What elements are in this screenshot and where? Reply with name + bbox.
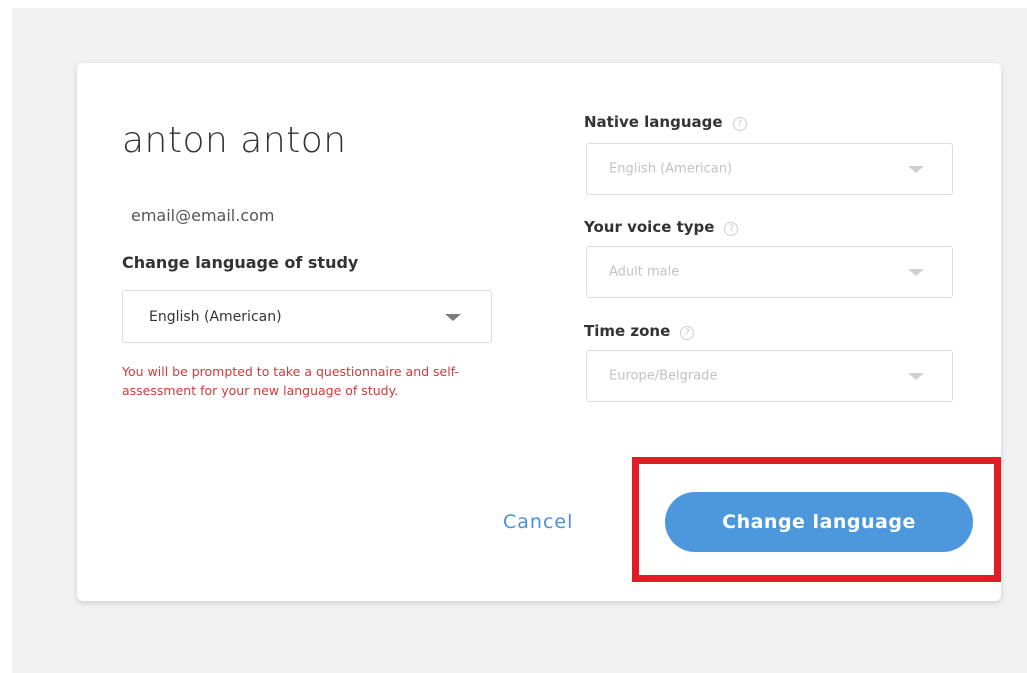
chevron-down-icon: [445, 313, 461, 321]
voice-type-value: Adult male: [609, 264, 680, 280]
info-icon[interactable]: ?: [724, 222, 739, 236]
voice-type-label-text: Your voice type: [584, 218, 715, 236]
native-language-label-text: Native language: [584, 113, 723, 131]
user-name: anton anton: [122, 120, 347, 161]
info-icon[interactable]: ?: [680, 326, 695, 340]
native-language-select[interactable]: English (American): [586, 143, 953, 195]
study-language-value: English (American): [149, 308, 282, 325]
time-zone-label-text: Time zone: [584, 322, 671, 340]
chevron-down-icon: [908, 373, 924, 380]
cancel-button[interactable]: Cancel: [503, 511, 573, 533]
time-zone-value: Europe/Belgrade: [609, 368, 718, 384]
time-zone-label: Time zone?: [584, 322, 695, 340]
chevron-down-icon: [908, 269, 924, 276]
study-change-warning: You will be prompted to take a questionn…: [122, 364, 459, 398]
change-language-button[interactable]: Change language: [665, 492, 973, 552]
info-icon[interactable]: ?: [732, 117, 747, 131]
study-language-select[interactable]: English (American): [122, 290, 492, 343]
native-language-value: English (American): [609, 161, 733, 177]
chevron-down-icon: [908, 166, 924, 173]
voice-type-label: Your voice type?: [584, 218, 739, 236]
study-language-label: Change language of study: [122, 253, 359, 272]
time-zone-select[interactable]: Europe/Belgrade: [586, 350, 953, 402]
user-email: email@email.com: [131, 206, 275, 225]
native-language-label: Native language?: [584, 113, 747, 131]
voice-type-select[interactable]: Adult male: [586, 246, 953, 298]
